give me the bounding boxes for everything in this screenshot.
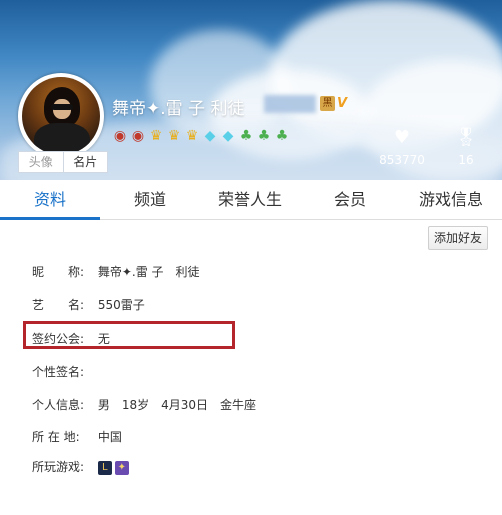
honor-medals: ◉ ◉ ♛ ♛ ♛ ◆ ◆ ♣ ♣ ♣ xyxy=(112,128,290,144)
league-of-legends-icon[interactable]: L xyxy=(97,460,112,475)
tab-honor-life[interactable]: 荣誉人生 xyxy=(200,181,300,219)
tab-channel[interactable]: 频道 xyxy=(100,181,200,219)
add-friend-button[interactable]: 添加好友 xyxy=(428,226,488,250)
heart-icon: ♥ xyxy=(393,127,411,148)
info-value: 舞帝✦.雷 子 利徒 xyxy=(97,265,200,279)
info-value: 无 xyxy=(97,332,110,346)
info-label: 所玩游戏: xyxy=(32,460,85,474)
leaf-icon: ♣ xyxy=(239,128,253,144)
leaf-icon: ♣ xyxy=(257,128,271,144)
info-row-nickname: 昵 称: 舞帝✦.雷 子 利徒 xyxy=(32,263,200,280)
avatar-image xyxy=(22,77,100,155)
info-row-guild: 签约公会: 无 xyxy=(32,330,110,347)
red-medal-icon: ◉ xyxy=(113,128,127,144)
leaf-icon: ♣ xyxy=(275,128,289,144)
info-row-games: 所玩游戏: L ✦ xyxy=(32,458,132,475)
info-value: 男 18岁 4月30日 金牛座 xyxy=(97,398,257,412)
crown-icon: ♛ xyxy=(149,128,163,144)
info-label: 个性签名: xyxy=(32,365,85,379)
red-medal-icon: ◉ xyxy=(131,128,145,144)
info-label: 所 在 地: xyxy=(32,430,80,444)
tab-membership[interactable]: 会员 xyxy=(300,181,400,219)
info-row-stage-name: 艺 名: 550雷子 xyxy=(32,296,145,313)
info-label: 签约公会: xyxy=(32,332,85,346)
info-row-personal: 个人信息: 男 18岁 4月30日 金牛座 xyxy=(32,396,256,413)
profile-nickname: 舞帝✦.雷 子 利徒 xyxy=(112,99,245,119)
vip-badge-icon: 黑 xyxy=(320,96,335,111)
tab-profile[interactable]: 资料 xyxy=(0,181,100,220)
medals-count: 16 xyxy=(458,153,474,167)
info-row-signature: 个性签名: xyxy=(32,363,94,380)
game-icon[interactable]: ✦ xyxy=(114,460,129,475)
diamond-icon: ◆ xyxy=(222,128,234,144)
info-label: 艺 名: xyxy=(32,298,85,312)
avatar-tab-card[interactable]: 名片 xyxy=(62,152,108,172)
likes-count: 853770 xyxy=(379,153,425,167)
diamond-icon: ◆ xyxy=(204,128,216,144)
verified-v-icon: V xyxy=(337,96,348,111)
info-value: 550雷子 xyxy=(97,298,145,312)
likes-stat[interactable]: ♥ 853770 xyxy=(372,127,432,168)
crown-icon: ♛ xyxy=(167,128,181,144)
medals-stat[interactable]: 🎖︎ 16 xyxy=(436,127,496,168)
profile-header: 头像 名片 舞帝✦.雷 子 利徒 黑 V ◉ ◉ ♛ ♛ ♛ ◆ ◆ ♣ ♣ ♣… xyxy=(0,0,502,180)
info-value: 中国 xyxy=(97,430,122,444)
info-row-location: 所 在 地: 中国 xyxy=(32,428,122,445)
redacted-area xyxy=(264,95,316,113)
info-label: 昵 称: xyxy=(32,265,85,279)
medal-icon: 🎖︎ xyxy=(454,127,478,148)
info-label: 个人信息: xyxy=(32,398,85,412)
crown-icon: ♛ xyxy=(185,128,199,144)
tab-game-info[interactable]: 游戏信息 xyxy=(400,181,502,219)
avatar-tabs: 头像 名片 xyxy=(18,151,108,173)
avatar-tab-avatar[interactable]: 头像 xyxy=(19,152,63,172)
avatar[interactable] xyxy=(18,73,104,159)
profile-tabs: 资料 频道 荣誉人生 会员 游戏信息 xyxy=(0,181,502,220)
